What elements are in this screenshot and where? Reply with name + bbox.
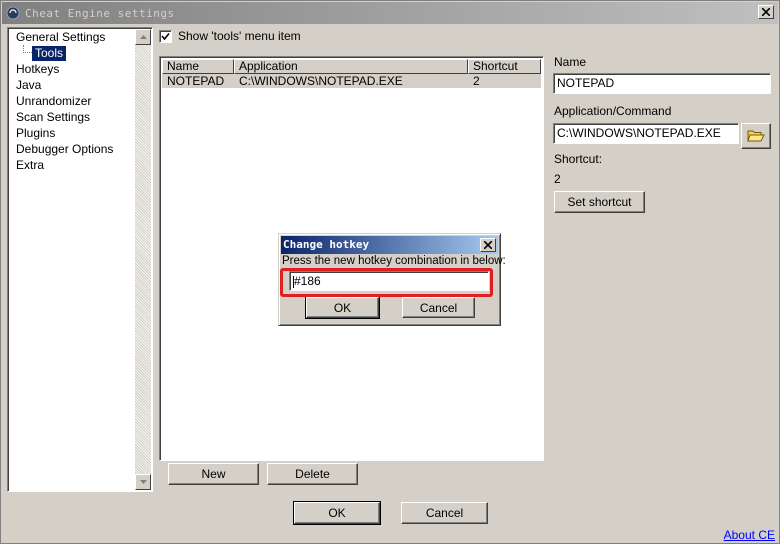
set-shortcut-button[interactable]: Set shortcut (554, 191, 645, 213)
sidebar-item-debugger-options[interactable]: Debugger Options (16, 142, 113, 157)
application-field[interactable]: C:\WINDOWS\NOTEPAD.EXE (553, 123, 739, 144)
cheat-engine-icon (5, 5, 21, 21)
browse-button[interactable] (741, 123, 771, 149)
sidebar-item-java[interactable]: Java (16, 78, 41, 93)
sidebar-item-unrandomizer[interactable]: Unrandomizer (16, 94, 91, 109)
window-title: Cheat Engine settings (25, 6, 175, 20)
tree-scrollbar[interactable] (135, 29, 151, 490)
column-header-application[interactable]: Application (234, 59, 468, 74)
sidebar-item-general-settings[interactable]: General Settings (16, 30, 105, 45)
new-button[interactable]: New (168, 463, 259, 485)
dialog-prompt: Press the new hotkey combination in belo… (282, 255, 506, 267)
sidebar-item-hotkeys[interactable]: Hotkeys (16, 62, 59, 77)
sidebar-item-scan-settings[interactable]: Scan Settings (16, 110, 90, 125)
delete-button[interactable]: Delete (267, 463, 358, 485)
scroll-up-icon[interactable] (135, 29, 151, 45)
show-tools-menu-checkbox[interactable]: Show 'tools' menu item (159, 29, 301, 43)
list-header: Name Application Shortcut (162, 59, 541, 74)
close-icon[interactable] (758, 5, 774, 19)
tree-connector (23, 45, 32, 53)
title-bar[interactable]: Cheat Engine settings (2, 2, 778, 24)
close-icon[interactable] (480, 238, 496, 252)
dialog-title: Change hotkey (283, 238, 370, 251)
about-link[interactable]: About CE (724, 528, 775, 542)
folder-open-icon (747, 127, 765, 146)
checkbox-check-icon[interactable] (159, 29, 172, 43)
cell-application: C:\WINDOWS\NOTEPAD.EXE (239, 74, 403, 88)
settings-tree[interactable]: General Settings Tools Hotkeys Java Unra… (7, 27, 153, 492)
column-header-shortcut[interactable]: Shortcut (468, 59, 541, 74)
dialog-cancel-button[interactable]: Cancel (402, 297, 475, 318)
scroll-down-icon[interactable] (135, 474, 151, 490)
sidebar-item-extra[interactable]: Extra (16, 158, 44, 173)
show-tools-menu-label: Show 'tools' menu item (178, 29, 301, 43)
shortcut-value: 2 (554, 172, 561, 186)
dialog-title-bar[interactable]: Change hotkey (281, 236, 498, 254)
shortcut-label: Shortcut: (554, 152, 603, 166)
sidebar-item-tools[interactable]: Tools (32, 46, 67, 61)
name-label: Name (554, 55, 587, 69)
table-row[interactable]: NOTEPAD C:\WINDOWS\NOTEPAD.EXE 2 (162, 74, 541, 88)
ok-button[interactable]: OK (293, 501, 381, 525)
settings-window: Cheat Engine settings General Settings T… (0, 0, 780, 544)
name-field[interactable]: NOTEPAD (553, 73, 771, 94)
cell-shortcut: 2 (473, 74, 480, 88)
sidebar-item-plugins[interactable]: Plugins (16, 126, 55, 141)
cancel-button[interactable]: Cancel (401, 502, 488, 524)
dialog-ok-button[interactable]: OK (305, 296, 380, 319)
cell-name: NOTEPAD (167, 74, 225, 88)
application-label: Application/Command (554, 104, 672, 118)
column-header-name[interactable]: Name (162, 59, 234, 74)
hotkey-input-highlight (280, 268, 493, 297)
